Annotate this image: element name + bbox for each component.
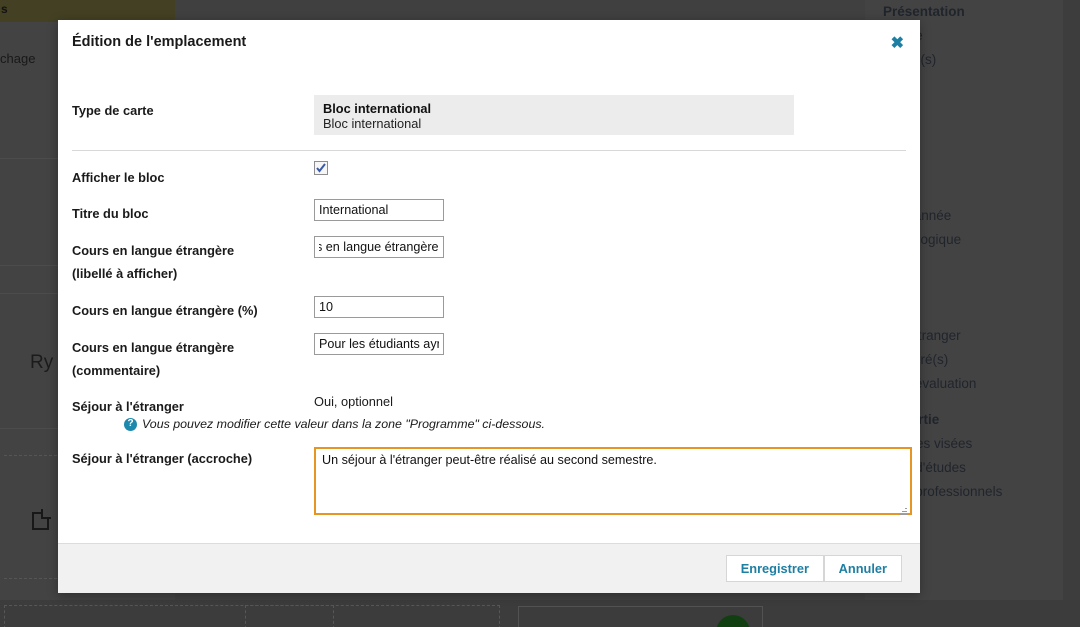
modal-footer: Enregistrer Annuler — [58, 543, 920, 593]
foreign-course-sublabel: (libellé à afficher) — [72, 266, 178, 281]
foreign-course-input[interactable] — [314, 236, 444, 258]
help-icon: ? — [124, 417, 137, 431]
card-type-secondary: Bloc international — [323, 116, 422, 131]
show-block-checkbox[interactable] — [314, 161, 328, 175]
stay-abroad-accroche-textarea[interactable] — [314, 447, 912, 515]
save-button[interactable]: Enregistrer — [725, 555, 824, 582]
stay-abroad-label: Séjour à l'étranger — [72, 399, 184, 414]
foreign-course-comment-sublabel: (commentaire) — [72, 363, 161, 378]
modal-title: Édition de l'emplacement — [72, 34, 247, 50]
edit-location-modal: Édition de l'emplacement ✖ Type de carte… — [58, 20, 920, 593]
foreign-course-comment-input[interactable] — [314, 333, 444, 355]
close-icon[interactable]: ✖ — [887, 32, 908, 56]
show-block-label: Afficher le bloc — [72, 170, 165, 185]
screen-root: s chage Ry + Présentation nsable gnage(s… — [0, 0, 1080, 627]
modal-body: Édition de l'emplacement ✖ Type de carte… — [58, 20, 920, 543]
block-title-label: Titre du bloc — [72, 206, 149, 221]
section-divider — [72, 150, 906, 151]
card-type-primary: Bloc international — [323, 101, 432, 116]
foreign-course-comment-label: Cours en langue étrangère — [72, 340, 235, 355]
cancel-button[interactable]: Annuler — [823, 555, 902, 582]
stay-abroad-accroche-wrapper — [314, 447, 912, 520]
foreign-course-percent-label: Cours en langue étrangère (%) — [72, 303, 258, 318]
card-type-value-box: Bloc international Bloc international — [314, 95, 794, 135]
foreign-course-label: Cours en langue étrangère — [72, 243, 235, 258]
stay-abroad-hint: ? Vous pouvez modifier cette valeur dans… — [124, 417, 545, 431]
stay-abroad-hint-text: Vous pouvez modifier cette valeur dans l… — [142, 417, 545, 431]
stay-abroad-value: Oui, optionnel — [314, 394, 393, 409]
block-title-input[interactable] — [314, 199, 444, 221]
foreign-course-percent-input[interactable] — [314, 296, 444, 318]
card-type-label: Type de carte — [72, 103, 154, 118]
stay-abroad-accroche-label: Séjour à l'étranger (accroche) — [72, 451, 253, 466]
